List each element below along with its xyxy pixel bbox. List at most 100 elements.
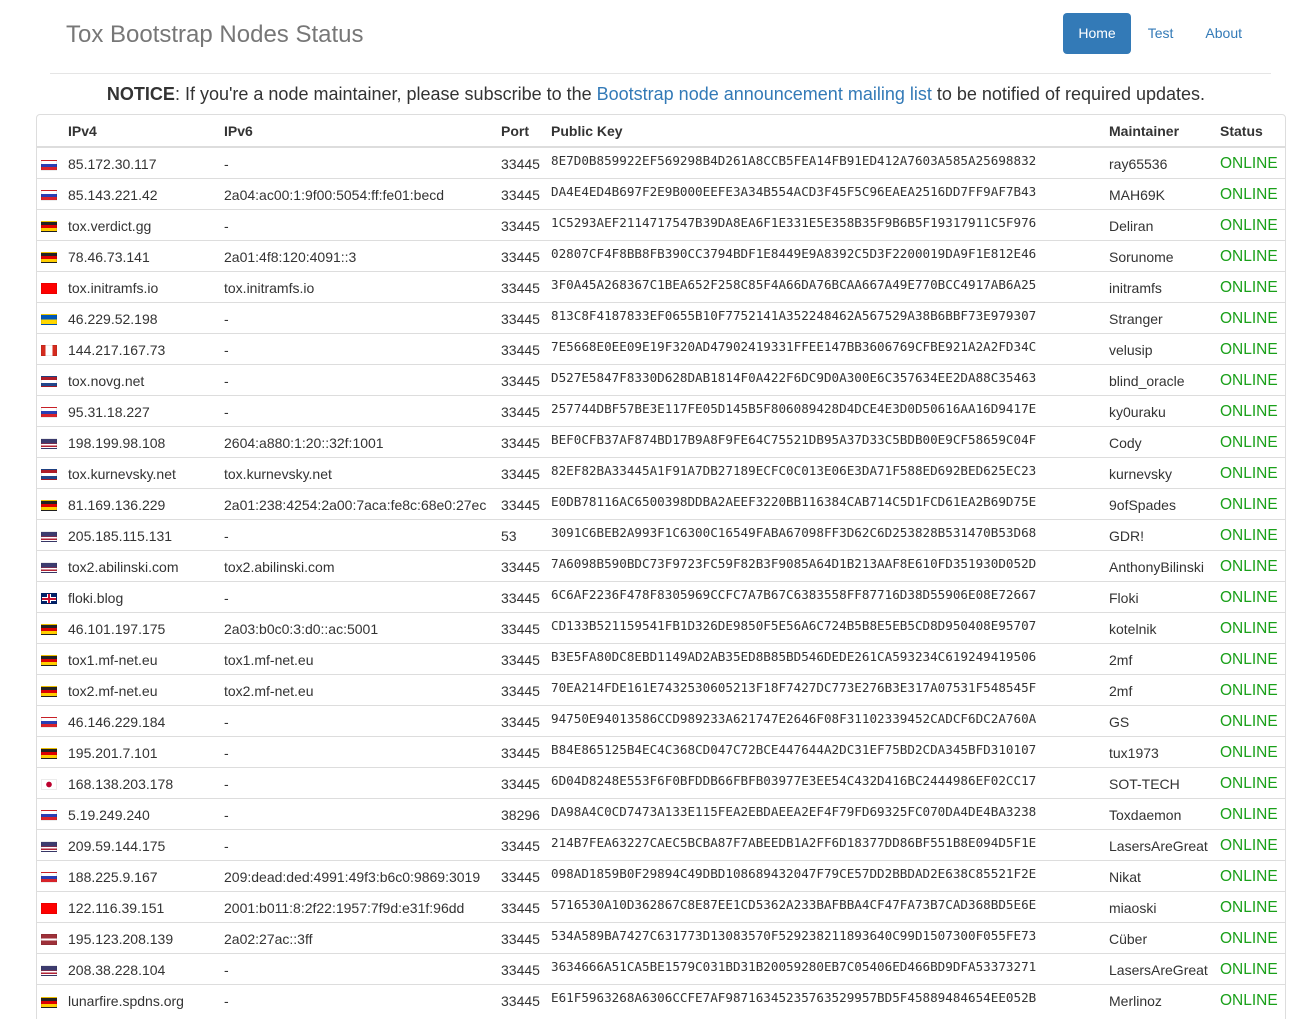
header-port[interactable]: Port (501, 115, 551, 148)
nav-about-link[interactable]: About (1190, 13, 1257, 54)
mailing-list-link[interactable]: Bootstrap node announcement mailing list (597, 84, 932, 104)
table-header-row: IPv4 IPv6 Port Public Key Maintainer Sta… (37, 115, 1285, 148)
status-cell: ONLINE (1220, 673, 1285, 705)
ipv4-cell: tox.initramfs.io (68, 270, 224, 302)
table-row: lunarfire.spdns.org -33445 E61F5963268A630… (37, 983, 1285, 1015)
status-cell: ONLINE (1220, 549, 1285, 581)
country-flag-cell (37, 177, 68, 209)
maintainer-cell: miaoski (1109, 890, 1220, 922)
country-flag-cell (37, 642, 68, 674)
country-flag-icon (41, 841, 57, 853)
public-key-cell: B3E5FA80DC8EBD1149AD2AB35ED8B85BD546DEDE… (551, 642, 1109, 674)
country-flag-icon (41, 345, 57, 357)
notice-label: NOTICE (106, 84, 175, 104)
public-key-cell: 5716530A10D362867C8E87EE1CD5362A233BAFBB… (551, 890, 1109, 922)
header-maintainer[interactable]: Maintainer (1109, 115, 1220, 148)
port-cell: 33445 (501, 983, 551, 1015)
country-flag-cell (37, 797, 68, 829)
status-cell: ONLINE (1220, 177, 1285, 209)
table-row: 46.229.52.198-33445 813C8F4187833EF0655B1… (37, 301, 1285, 333)
ipv4-cell: 195.123.208.139 (68, 921, 224, 953)
port-cell: 33445 (501, 921, 551, 953)
public-key-cell: 70EA214FDE161E7432530605213F18F7427DC773… (551, 673, 1109, 705)
ipv6-cell: 2a01:4f8:120:4091::3 (224, 239, 501, 271)
port-cell: 33445 (501, 580, 551, 612)
ipv4-cell: 95.31.18.227 (68, 394, 224, 426)
header-public-key[interactable]: Public Key (551, 115, 1109, 148)
table-row: 85.143.221.42 2a04:ac00:1:9f00:5054:ff:fe… (37, 177, 1285, 209)
public-key-cell: 7E5668E0EE09E19F320AD47902419331FFEE147B… (551, 332, 1109, 364)
nav-home-link[interactable]: Home (1063, 13, 1131, 54)
country-flag-cell (37, 301, 68, 333)
maintainer-cell: 9ofSpades (1109, 487, 1220, 519)
ipv4-cell: floki.blog (68, 580, 224, 612)
country-flag-icon (41, 500, 57, 512)
public-key-cell: 82EF82BA33445A1F91A7DB27189ECFC0C013E06E… (551, 456, 1109, 488)
port-cell: 33445 (501, 487, 551, 519)
ipv6-cell: - (224, 518, 501, 550)
country-flag-icon (41, 779, 57, 791)
ipv4-cell: tox2.abilinski.com (68, 549, 224, 581)
header-ipv6[interactable]: IPv6 (224, 115, 501, 148)
ipv6-cell: - (224, 332, 501, 364)
country-flag-cell (37, 859, 68, 891)
maintainer-cell: Nikat (1109, 859, 1220, 891)
port-cell: 33445 (501, 270, 551, 302)
ipv6-cell: - (224, 983, 501, 1015)
table-row: 195.201.7.101-33445 B84E865125B4EC4C368CD… (37, 735, 1285, 767)
public-key-cell: 94750E94013586CCD989233A621747E2646F08F3… (551, 704, 1109, 736)
country-flag-cell (37, 147, 68, 178)
country-flag-cell (37, 332, 68, 364)
ipv4-cell: 209.59.144.175 (68, 828, 224, 860)
public-key-cell: 1C5293AEF2114717547B39DA8EA6F1E331E5E358… (551, 208, 1109, 240)
ipv4-cell: 46.101.197.175 (68, 611, 224, 643)
ipv6-cell: 209:dead:ded:4991:49f3:b6c0:9869:3019 (224, 859, 501, 891)
country-flag-icon (41, 934, 57, 946)
table-row: 95.31.18.227-33445 257744DBF57BE3E117FE05… (37, 394, 1285, 426)
ipv6-cell: - (224, 580, 501, 612)
port-cell: 33445 (501, 611, 551, 643)
table-row: tox2.mf-net.eu tox2.mf-net.eu 33445 70EA214… (37, 673, 1285, 705)
country-flag-cell (37, 487, 68, 519)
public-key-cell: E0DB78116AC6500398DDBA2AEEF3220BB116384C… (551, 487, 1109, 519)
status-cell: ONLINE (1220, 518, 1285, 550)
port-cell: 33445 (501, 549, 551, 581)
table-row: 5.19.249.240-38296 DA98A4C0CD7473A133E115… (37, 797, 1285, 829)
site-title[interactable]: Tox Bootstrap Nodes Status (66, 21, 364, 49)
table-row: 205.185.115.131-53 3091C6BEB2A993F1C6300C… (37, 518, 1285, 550)
public-key-cell: D527E5847F8330D628DAB1814F0A422F6DC9D0A3… (551, 363, 1109, 395)
ipv6-cell: - (224, 735, 501, 767)
header-ipv4[interactable]: IPv4 (68, 115, 224, 148)
ipv6-cell: tox.initramfs.io (224, 270, 501, 302)
header-status[interactable]: Status (1220, 115, 1285, 148)
country-flag-icon (41, 562, 57, 574)
status-cell: ONLINE (1220, 642, 1285, 674)
public-key-cell: 8E7D0B859922EF569298B4D261A8CCB5FEA14FB9… (551, 153, 1037, 169)
ipv4-cell: tox1.mf-net.eu (68, 642, 224, 674)
ipv4-cell: 5.19.249.240 (68, 797, 224, 829)
status-cell: ONLINE (1220, 859, 1285, 891)
status-cell: ONLINE (1220, 611, 1285, 643)
ipv4-cell: 46.146.229.184 (68, 704, 224, 736)
nav-menu: Home Test About (1061, 13, 1257, 54)
header-flag (37, 115, 68, 148)
country-flag-cell (37, 704, 68, 736)
public-key-cell: B84E865125B4EC4C368CD047C72BCE447644A2DC… (551, 735, 1109, 767)
status-cell: ONLINE (1220, 394, 1285, 426)
country-flag-icon (41, 190, 57, 202)
country-flag-icon (41, 283, 57, 295)
ipv6-cell: - (224, 208, 501, 240)
ipv6-cell: - (224, 301, 501, 333)
maintainer-cell: blind_oracle (1109, 363, 1220, 395)
maintainer-cell: 2mf (1109, 673, 1220, 705)
country-flag-cell (37, 518, 68, 550)
maintainer-cell: Merlinoz (1109, 983, 1220, 1015)
port-cell: 33445 (501, 177, 551, 209)
ipv4-cell: 208.38.228.104 (68, 952, 224, 984)
country-flag-cell (37, 549, 68, 581)
port-cell: 33445 (501, 425, 551, 457)
port-cell: 33445 (501, 363, 551, 395)
table-row: tox1.mf-net.eu tox1.mf-net.eu 33445 B3E5FA8… (37, 642, 1285, 674)
port-cell: 33445 (501, 301, 551, 333)
nav-test-link[interactable]: Test (1133, 13, 1189, 54)
